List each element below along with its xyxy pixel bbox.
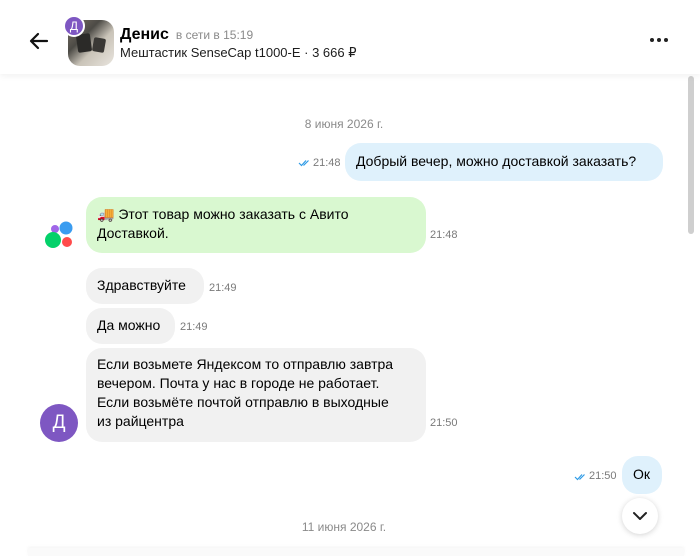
message-text: Да можно [97, 317, 161, 333]
date-separator: 11 июня 2026 г. [301, 520, 387, 534]
online-status: в сети в 15:19 [175, 28, 254, 42]
message-bubble-incoming[interactable]: Здравствуйте [86, 268, 204, 304]
chat-header: Д Денис в сети в 15:19 Мештастик SenseCa… [0, 0, 700, 74]
message-text: Добрый вечер, можно доставкой заказать? [356, 153, 637, 169]
message-bubble-incoming[interactable]: Если возьмете Яндексом то отправлю завтр… [86, 348, 426, 442]
more-options-button[interactable] [650, 38, 668, 42]
message-time: 21:48 [430, 229, 458, 241]
arrow-left-icon [29, 32, 49, 50]
message-time: 21:48 [313, 157, 341, 169]
date-separator: 8 июня 2026 г. [304, 117, 384, 131]
avito-logo-icon [45, 221, 73, 248]
message-text-line: из райцентра [97, 413, 184, 429]
contact-name[interactable]: Денис [120, 26, 169, 44]
message-text-line: вечером. Почта у нас в городе не работае… [97, 375, 380, 391]
more-vertical-icon [650, 38, 654, 42]
contact-info: Денис в сети в 15:19 [120, 26, 253, 44]
message-time: 21:50 [589, 470, 617, 482]
message-time: 21:49 [209, 282, 237, 294]
composer-edge [28, 548, 684, 556]
message-time: 21:49 [180, 321, 208, 333]
item-subject[interactable]: Мештастик SenseCap t1000-E · 3 666 ₽ [120, 45, 357, 61]
scrollbar-thumb[interactable] [688, 76, 694, 234]
message-text-line: Если возьмёте почтой отправлю в выходные [97, 394, 389, 410]
message-text: Здравствуйте [97, 277, 186, 293]
system-message-bubble[interactable]: 🚚 Этот товар можно заказать с Авито Дост… [86, 197, 426, 253]
message-text: Доставкой. [97, 225, 169, 241]
chevron-down-icon [633, 512, 647, 520]
message-bubble-outgoing[interactable]: Ок [622, 456, 662, 494]
message-text: Ок [633, 466, 651, 482]
seller-avatar-badge: Д [63, 15, 85, 37]
sender-avatar[interactable]: Д [40, 404, 78, 442]
message-text-line: Если возьмете Яндексом то отправлю завтр… [97, 356, 394, 372]
read-checkmarks-icon [574, 474, 585, 481]
scroll-to-bottom-button[interactable] [622, 498, 658, 534]
back-button[interactable] [28, 30, 50, 52]
message-text: Этот товар можно заказать с Авито [118, 206, 349, 222]
message-bubble-incoming[interactable]: Да можно [86, 308, 175, 344]
truck-icon: 🚚 [97, 206, 115, 222]
message-bubble-outgoing[interactable]: Добрый вечер, можно доставкой заказать? [345, 143, 663, 181]
message-time: 21:50 [430, 417, 458, 429]
read-checkmarks-icon [298, 160, 309, 167]
